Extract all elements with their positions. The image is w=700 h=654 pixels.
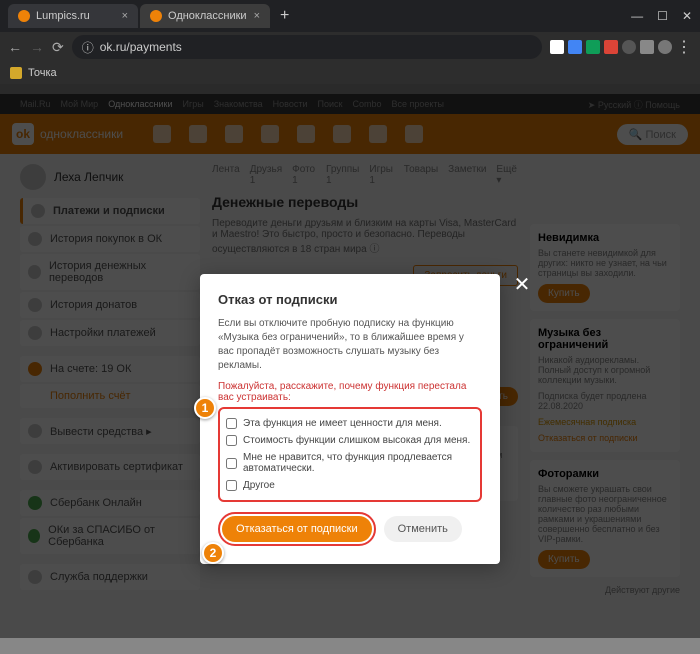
url-text: ok.ru/payments: [100, 40, 182, 54]
ext-icon[interactable]: [586, 40, 600, 54]
reason-option[interactable]: Эта функция не имеет ценности для меня.: [226, 415, 474, 432]
new-tab-button[interactable]: +: [272, 3, 297, 29]
address-bar: ← → ⟳ ⓘ ok.ru/payments ⋮: [0, 32, 700, 62]
modal-overlay: ✕ Отказ от подписки Если вы отключите пр…: [0, 94, 700, 638]
close-icon[interactable]: ✕: [508, 270, 536, 298]
primary-highlight: 2 Отказаться от подписки: [218, 512, 376, 546]
favicon-icon: [18, 10, 30, 22]
bookmark-item[interactable]: Точка: [28, 67, 57, 79]
browser-chrome: Lumpics.ru × Одноклассники × + — ☐ ✕ ← →…: [0, 0, 700, 72]
reason-label: Стоимость функции слишком высокая для ме…: [243, 435, 470, 446]
modal-title: Отказ от подписки: [218, 292, 482, 307]
reason-checkbox[interactable]: [226, 418, 237, 429]
menu-icon[interactable]: ⋮: [676, 37, 692, 57]
modal-buttons: 2 Отказаться от подписки Отменить: [218, 512, 482, 546]
ext-icon[interactable]: [622, 40, 636, 54]
reason-label: Эта функция не имеет ценности для меня.: [243, 418, 442, 429]
url-input[interactable]: ⓘ ok.ru/payments: [72, 35, 542, 59]
reasons-box: 1 Эта функция не имеет ценности для меня…: [218, 407, 482, 502]
avatar-icon[interactable]: [658, 40, 672, 54]
tab-close-icon[interactable]: ×: [122, 10, 128, 22]
favicon-icon: [150, 10, 162, 22]
maximize-icon[interactable]: ☐: [657, 9, 668, 23]
reason-checkbox[interactable]: [226, 435, 237, 446]
close-window-icon[interactable]: ✕: [682, 9, 692, 23]
reason-label: Другое: [243, 480, 275, 491]
reason-label: Мне не нравится, что функция продлеваетс…: [243, 452, 474, 474]
ext-icon[interactable]: [604, 40, 618, 54]
reason-checkbox[interactable]: [226, 480, 237, 491]
unsubscribe-button[interactable]: Отказаться от подписки: [222, 516, 372, 542]
tabs-bar: Lumpics.ru × Одноклассники × + — ☐ ✕: [0, 0, 700, 32]
tab-title: Lumpics.ru: [36, 10, 90, 22]
callout-badge-1: 1: [194, 397, 216, 419]
reason-option[interactable]: Другое: [226, 477, 474, 494]
browser-tab[interactable]: Lumpics.ru ×: [8, 4, 138, 28]
browser-tab[interactable]: Одноклассники ×: [140, 4, 270, 28]
callout-badge-2: 2: [202, 542, 224, 564]
ext-icon[interactable]: [550, 40, 564, 54]
cancel-button[interactable]: Отменить: [384, 516, 462, 542]
modal-prompt: Пожалуйста, расскажите, почему функция п…: [218, 381, 482, 403]
forward-icon[interactable]: →: [30, 39, 44, 55]
ext-icon[interactable]: [640, 40, 654, 54]
tab-title: Одноклассники: [168, 10, 247, 22]
site-info-icon[interactable]: ⓘ: [82, 39, 94, 56]
window-controls: — ☐ ✕: [631, 9, 692, 23]
bookmark-folder-icon: [10, 67, 22, 79]
bookmarks-bar: Точка: [0, 62, 700, 84]
ext-icon[interactable]: [568, 40, 582, 54]
modal-intro: Если вы отключите пробную подписку на фу…: [218, 317, 482, 373]
extensions: ⋮: [550, 37, 692, 57]
minimize-icon[interactable]: —: [631, 9, 643, 23]
unsubscribe-modal: ✕ Отказ от подписки Если вы отключите пр…: [200, 274, 500, 564]
reason-checkbox[interactable]: [226, 458, 237, 469]
reason-option[interactable]: Стоимость функции слишком высокая для ме…: [226, 432, 474, 449]
reason-option[interactable]: Мне не нравится, что функция продлеваетс…: [226, 449, 474, 477]
tab-close-icon[interactable]: ×: [254, 10, 260, 22]
reload-icon[interactable]: ⟳: [52, 39, 64, 56]
back-icon[interactable]: ←: [8, 39, 22, 55]
